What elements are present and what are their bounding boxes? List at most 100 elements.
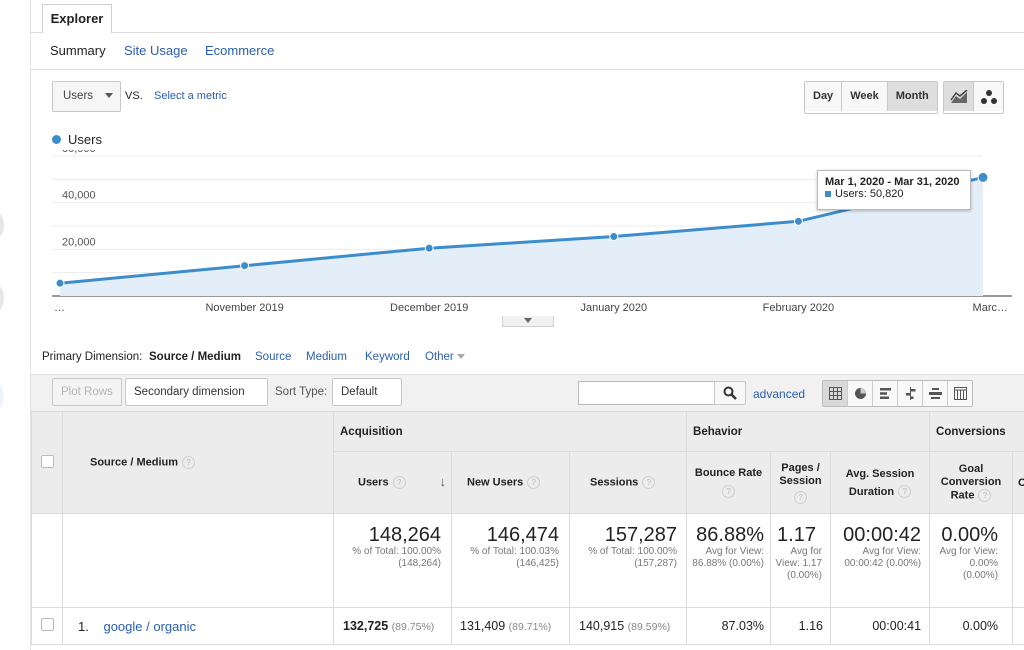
x-tick-label: … (54, 302, 65, 314)
y-tick-label: 40,000 (62, 190, 96, 202)
table-view-selector (822, 380, 973, 407)
totals-truncated-cell (1012, 513, 1024, 608)
users-column-label: Users (358, 476, 389, 489)
y-tick-label: 60,000 (62, 150, 96, 155)
left-gutter (0, 0, 32, 650)
plot-rows-button[interactable]: Plot Rows (52, 378, 122, 406)
row-pages-cell: 1.16 (770, 607, 832, 645)
dimension-source[interactable]: Source (255, 351, 291, 363)
help-icon[interactable]: ? (898, 485, 912, 499)
select-metric-link[interactable]: Select a metric (154, 90, 227, 102)
row-checkbox[interactable] (40, 618, 54, 631)
subtab-site-usage[interactable]: Site Usage (124, 43, 188, 58)
data-point (240, 261, 250, 271)
goal-conversion-rate-column-header[interactable]: Goal Conversion Rate? (929, 451, 1014, 514)
dimension-keyword[interactable]: Keyword (365, 351, 410, 363)
row-checkbox-cell (31, 607, 63, 645)
totals-bounce-subtext: Avg for View: 86.88% (0.00%) (692, 546, 765, 569)
data-point (793, 216, 803, 226)
month-button[interactable]: Month (887, 82, 937, 111)
dimension-medium[interactable]: Medium (306, 351, 347, 363)
dimension-source-medium[interactable]: Source / Medium (149, 351, 241, 363)
totals-pages-cell: 1.17 Avg for View: 1.17 (0.00%) (770, 513, 832, 608)
select-all-checkbox[interactable] (40, 454, 54, 468)
help-icon[interactable]: ? (392, 476, 406, 489)
performance-view-icon[interactable] (873, 381, 898, 406)
secondary-dimension-dropdown[interactable]: Secondary dimension (125, 378, 268, 421)
comparison-view-icon[interactable] (898, 381, 923, 406)
tooltip-title: Mar 1, 2020 - Mar 31, 2020 (825, 176, 960, 188)
row-source-link[interactable]: google / organic (103, 619, 196, 634)
tab-explorer[interactable]: Explorer (42, 4, 112, 33)
totals-bounce-value: 86.88% (696, 524, 765, 546)
row-duration-cell: 00:00:41 (830, 607, 931, 645)
totals-users-value: 148,264 (368, 524, 441, 546)
new-users-column-label: New Users (467, 476, 524, 489)
table-search-input[interactable] (578, 381, 715, 405)
x-tick-label: February 2020 (763, 302, 835, 314)
row-sessions-value: 140,915 (579, 619, 625, 633)
subtab-ecommerce[interactable]: Ecommerce (205, 43, 274, 58)
new-users-column-header[interactable]: New Users? (451, 451, 570, 514)
totals-sessions-value: 157,287 (604, 524, 678, 546)
pages-session-column-header[interactable]: Pages / Session? (770, 451, 832, 514)
totals-sessions-cell: 157,287 % of Total: 100.00% (157,287) (568, 513, 688, 608)
row-truncated-cell (1012, 607, 1024, 645)
sort-descending-icon: ↓ (439, 474, 447, 489)
term-cloud-view-icon[interactable] (923, 381, 948, 406)
x-tick-label: November 2019 (205, 302, 283, 314)
avg-session-duration-column-header[interactable]: Avg. Session Duration? (830, 451, 931, 514)
totals-goal-cell: 0.00% Avg for View: 0.00% (0.00%) (929, 513, 1014, 608)
pages-session-column-label: Pages / Session (779, 461, 822, 487)
chart-collapse-handle[interactable] (502, 316, 554, 327)
help-icon[interactable]: ? (182, 456, 196, 469)
help-icon[interactable]: ? (527, 476, 541, 489)
row-users-pct: (89.75%) (391, 621, 435, 633)
bounce-rate-column-label: Bounce Rate (694, 467, 763, 479)
row-new-users-pct: (89.71%) (508, 621, 552, 633)
primary-dimension-label: Primary Dimension: (42, 351, 143, 363)
sort-type-value: Default (341, 386, 378, 398)
help-icon[interactable]: ? (722, 485, 736, 498)
report-table: Source / Medium? Acquisition Behavior Co… (31, 411, 1024, 645)
sort-type-dropdown[interactable]: Default (332, 378, 402, 421)
totals-bounce-cell: 86.88% Avg for View: 86.88% (0.00%) (686, 513, 772, 608)
data-point (609, 232, 619, 241)
data-point (424, 243, 434, 253)
row-index: 1. (78, 618, 89, 634)
search-button[interactable] (714, 381, 746, 405)
pivot-view-icon[interactable] (948, 381, 972, 406)
subtab-summary[interactable]: Summary (50, 43, 106, 58)
x-tick-label: January 2020 (580, 302, 647, 314)
row-sessions-pct: (89.59%) (627, 621, 671, 633)
advanced-link[interactable]: advanced (753, 387, 805, 401)
motion-chart-icon[interactable] (974, 82, 1003, 111)
chevron-down-icon (105, 93, 114, 99)
help-icon[interactable]: ? (642, 476, 656, 489)
period-selector: Day Week Month (804, 81, 938, 114)
line-chart-icon[interactable] (944, 82, 974, 111)
metric-dropdown-label: Users (63, 90, 94, 102)
help-icon[interactable]: ? (794, 490, 808, 504)
acquisition-group-header: Acquisition (332, 411, 688, 452)
week-button[interactable]: Week (842, 82, 888, 111)
row-new-users-cell: 131,409 (89.71%) (451, 607, 570, 645)
legend-label: Users (68, 132, 102, 148)
totals-duration-subtext: Avg for View: 00:00:42 (0.00%) (844, 546, 922, 569)
data-table-view-icon[interactable] (823, 381, 848, 406)
help-icon[interactable]: ? (978, 488, 992, 502)
data-point (55, 278, 65, 288)
totals-pages-subtext: Avg for View: 1.17 (0.00%) (775, 546, 823, 581)
bounce-rate-column-header[interactable]: Bounce Rate? (686, 451, 772, 514)
chart-type-selector (943, 81, 1004, 114)
sessions-column-header[interactable]: Sessions? (568, 451, 688, 514)
vs-label: VS. (125, 90, 143, 102)
row-users-cell: 132,725 (89.75%) (333, 607, 452, 645)
metric-dropdown[interactable]: Users (52, 81, 121, 112)
sort-type-label: Sort Type: (275, 386, 328, 398)
pie-view-icon[interactable] (848, 381, 873, 406)
users-column-header[interactable]: Users? ↓ (333, 451, 452, 514)
y-tick-label: 20,000 (62, 236, 96, 248)
dimension-other[interactable]: Other (425, 351, 465, 363)
day-button[interactable]: Day (805, 82, 843, 111)
